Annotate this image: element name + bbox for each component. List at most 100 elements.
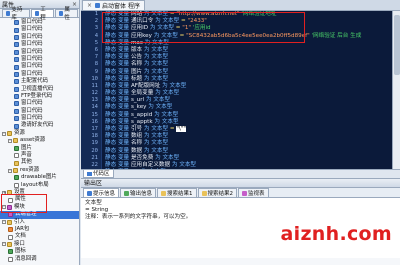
- collapse-icon[interactable]: -: [8, 168, 12, 173]
- line-number: 6: [94, 46, 98, 53]
- line-number: 19: [91, 140, 98, 147]
- vertical-scrollbar[interactable]: [392, 11, 400, 169]
- line-number: 9: [94, 68, 98, 75]
- code-line[interactable]: 静态 变量 应用key 为 文本型 = "SC8432ab5d6ba5c4ee5…: [103, 33, 392, 40]
- tree-item[interactable]: 窗口代码: [0, 108, 79, 115]
- code-token: 为 文本型: [143, 46, 169, 53]
- line-number: 10: [91, 75, 98, 82]
- panel-tab[interactable]: 支持库: [2, 7, 30, 21]
- code-token: 为 文本型: [143, 140, 169, 147]
- code-line[interactable]: 静态 变量 AF配版网址 为 文本型: [103, 83, 392, 90]
- project-tree: 窗口代码 窗口代码 窗口代码 窗口代码 窗口代码 窗口代码 窗口代码 窗口代码 主配置代码 卫视直…: [0, 18, 79, 263]
- tree-item[interactable]: 文档: [0, 233, 79, 240]
- code-line[interactable]: 静态 变量 应用ID 为 文本型 = "1" '应用id: [103, 25, 392, 32]
- collapse-icon[interactable]: -: [2, 131, 6, 136]
- window-icon: [14, 20, 19, 26]
- tree-item[interactable]: 主配置代码: [0, 78, 79, 85]
- panel-tab[interactable]: 属性: [54, 7, 78, 21]
- tree-item[interactable]: 窗口代码: [0, 49, 79, 56]
- tree-item[interactable]: 卫视直播代码: [0, 86, 79, 93]
- tree-item[interactable]: 属性: [0, 196, 79, 203]
- code-line[interactable]: 静态 变量 应用自定义数据 为 文本型: [103, 162, 392, 169]
- code-token: "\"": [176, 126, 186, 132]
- folder-icon: [13, 168, 18, 173]
- output-tab[interactable]: 监视表: [238, 188, 269, 197]
- collapse-icon[interactable]: -: [2, 205, 6, 210]
- tree-item[interactable]: drawable图片: [0, 174, 79, 181]
- scroll-thumb[interactable]: [394, 15, 400, 75]
- code-editor[interactable]: 1234567891011121314151617181920212223 静态…: [81, 11, 392, 169]
- code-token: 静态 变量: [105, 61, 131, 68]
- code-token: 名称: [130, 61, 144, 68]
- tree-item[interactable]: 声音: [0, 152, 79, 159]
- code-token: 网站: [130, 11, 144, 17]
- tree-item[interactable]: 图标: [0, 248, 79, 255]
- code-line[interactable]: 静态 变量 s_apptk 为 文本型: [103, 119, 392, 126]
- tree-item[interactable]: 消息回调: [0, 256, 79, 263]
- code-line[interactable]: 静态 变量 mac 为 文本型: [103, 40, 392, 47]
- tree-item[interactable]: 邀请好友代码: [0, 122, 79, 129]
- close-tab-icon[interactable]: ×: [87, 2, 92, 9]
- code-icon: [87, 171, 92, 176]
- tree-item[interactable]: JAR包: [0, 226, 79, 233]
- tree-item[interactable]: - asset资源: [0, 137, 79, 144]
- window-icon: [14, 57, 19, 63]
- code-line[interactable]: 静态 变量 名称 为 文本型: [103, 140, 392, 147]
- tree-item[interactable]: 图片: [0, 145, 79, 152]
- code-token: '网络验证 后台 生成: [309, 32, 362, 39]
- code-line[interactable]: 静态 变量 标题 为 文本型: [103, 76, 392, 83]
- output-line: 注释：表示一系列的文字符串，可以为空。: [85, 214, 192, 220]
- output-tab[interactable]: 搜索结果1: [157, 188, 197, 197]
- code-token: '应用id: [191, 25, 211, 32]
- tree-item[interactable]: layout布局: [0, 182, 79, 189]
- tree-item[interactable]: + 设置: [0, 189, 79, 196]
- code-token: 数组: [130, 133, 144, 140]
- output-panel: 输出区 提示信息 输出信息 搜索结果1 搜索结果2 监视表 文本型 = String 注释：…: [81, 178, 400, 265]
- code-token: "1": [182, 25, 191, 32]
- tree-item-label: 卫视直播代码: [21, 85, 54, 92]
- output-tab[interactable]: 输出信息: [120, 188, 157, 197]
- code-token: 应用自定义数据: [130, 161, 172, 168]
- code-token: 为 文本型: [155, 154, 180, 161]
- code-line[interactable]: 静态 变量 名称 为 文本型: [103, 61, 392, 68]
- tree-item-label: 主配置代码: [21, 78, 48, 85]
- collapse-icon[interactable]: -: [2, 220, 6, 225]
- line-number: 12: [91, 90, 98, 97]
- tree-item[interactable]: 窗口代码: [0, 41, 79, 48]
- code-line[interactable]: 静态 变量 数据 为 文本型: [103, 148, 392, 155]
- editor-area: × 启动窗体 程序 1 2 3 4 5 6 7 8 9 10 11 12 13 14 15 16 17 18 19 2…: [81, 0, 400, 178]
- tab-startup-window[interactable]: × 启动窗体 程序: [82, 0, 145, 10]
- tree-item[interactable]: 窗口代码: [0, 26, 79, 33]
- code-token: 为 文本型: [155, 18, 180, 25]
- code-token: 静态 变量: [105, 25, 131, 32]
- tree-item[interactable]: 窗口代码: [0, 63, 79, 70]
- tree-item[interactable]: - 引入: [0, 219, 79, 226]
- panel-tab[interactable]: 工程: [30, 7, 54, 21]
- code-line[interactable]: 静态 变量 是否免费 为 文本型: [103, 155, 392, 162]
- tree-item-label: 邀请好友代码: [21, 122, 54, 129]
- tab-code-area[interactable]: 代码区: [83, 170, 114, 178]
- code-line[interactable]: 静态 变量 s_appid 为 文本型: [103, 112, 392, 119]
- tree-item-label: 引入: [14, 218, 25, 225]
- tree-item[interactable]: - 模块: [0, 204, 79, 211]
- tree-item[interactable]: 窗口代码: [0, 100, 79, 107]
- collapse-icon[interactable]: -: [2, 242, 6, 247]
- line-number: 2: [94, 18, 98, 25]
- code-token: 为 文本型: [143, 68, 169, 75]
- code-token: 为 文本型: [171, 161, 197, 168]
- line-number: 5: [94, 39, 98, 46]
- tree-item[interactable]: - 接口: [0, 241, 79, 248]
- output-tab[interactable]: 提示信息: [83, 188, 120, 197]
- expand-icon[interactable]: +: [2, 190, 6, 195]
- code-line[interactable]: 静态 变量 图片 为 文本型: [103, 69, 392, 76]
- output-tab[interactable]: 搜索结果2: [197, 188, 238, 197]
- window-icon: [14, 116, 19, 122]
- image-icon: [14, 175, 19, 181]
- code-line[interactable]: 静态 变量 s_key 为 文本型: [103, 104, 392, 111]
- code-token: '网络验证地址: [239, 11, 277, 17]
- collapse-icon[interactable]: -: [8, 138, 12, 143]
- tree-item[interactable]: 其他: [0, 159, 79, 166]
- code-token: 为 文本型: [143, 75, 169, 82]
- line-number-gutter: 1234567891011121314151617181920212223: [81, 11, 102, 169]
- tree-item[interactable]: 云端管理: [0, 211, 79, 219]
